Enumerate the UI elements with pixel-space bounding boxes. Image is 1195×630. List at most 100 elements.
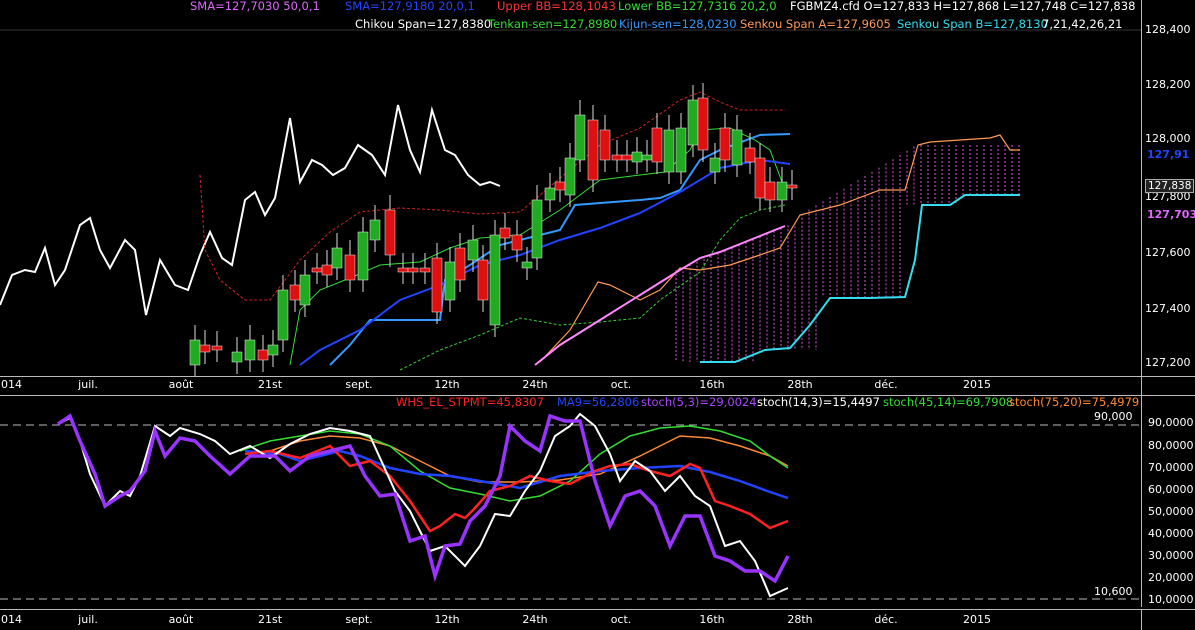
time-axis-bottom: 2014 juil. août 21st sept. 12th 24th oct… bbox=[0, 609, 1195, 630]
price-tick: 127,200 bbox=[1145, 356, 1191, 369]
candle-body bbox=[257, 349, 269, 361]
time-label: 21st bbox=[257, 378, 283, 391]
candle-body bbox=[531, 199, 543, 259]
legend-ohlc: FGBMZ4.cfd O=127,833 H=127,868 L=127,748… bbox=[790, 0, 1136, 13]
time-label: 2015 bbox=[963, 378, 991, 391]
candle-body bbox=[489, 234, 501, 326]
price-tick: 127,600 bbox=[1145, 246, 1191, 259]
legend-stoch-5-3: stoch(5,3)=29,0024 bbox=[641, 395, 757, 409]
candle-body bbox=[511, 234, 523, 251]
price-axis-divider bbox=[1141, 0, 1142, 376]
legend-tenkan: Tenkan-sen=127,8980 bbox=[488, 17, 618, 31]
candle-body bbox=[621, 154, 633, 161]
candle-body bbox=[564, 157, 576, 196]
time-label: 21st bbox=[257, 613, 283, 626]
oscillator-tick: 70,0000 bbox=[1148, 461, 1194, 474]
candle-body bbox=[675, 127, 687, 173]
legend-stoch-45-14: stoch(45,14)=69,7908 bbox=[883, 395, 1014, 409]
time-label: oct. bbox=[610, 378, 632, 391]
candle-body bbox=[357, 231, 369, 281]
time-label: 28th bbox=[787, 378, 813, 391]
legend-span-b: Senkou Span B=127,8130 bbox=[897, 17, 1048, 31]
candle-body bbox=[289, 284, 301, 301]
legend-ma9: MA9=56,2806 bbox=[557, 395, 640, 409]
axis-divider bbox=[0, 609, 1195, 610]
price-tick: 128,000 bbox=[1145, 132, 1191, 145]
candle-body bbox=[444, 261, 456, 301]
oscillator-canvas[interactable] bbox=[0, 396, 1195, 607]
candle-body bbox=[397, 267, 409, 273]
time-label: 12th bbox=[434, 613, 460, 626]
sma20-price-tag: 127,91 bbox=[1147, 148, 1190, 161]
candle-body bbox=[499, 227, 511, 239]
stoch-14-3-line bbox=[57, 412, 789, 598]
time-label: 24th bbox=[522, 378, 548, 391]
candle-body bbox=[277, 289, 289, 341]
candle-body bbox=[521, 261, 533, 269]
time-label: juil. bbox=[78, 378, 98, 391]
candle-body bbox=[631, 151, 643, 163]
oscillator-tick: 10,0000 bbox=[1148, 593, 1194, 606]
legend-kijun: Kijun-sen=128,0230 bbox=[619, 17, 737, 31]
time-label: 24th bbox=[522, 613, 548, 626]
oscillator-axis-divider bbox=[1141, 396, 1142, 607]
oscillator-tick: 30,0000 bbox=[1148, 549, 1194, 562]
sma50-price-tag: 127,703 bbox=[1147, 208, 1195, 221]
candle-body bbox=[719, 127, 731, 161]
candle-body bbox=[211, 345, 223, 351]
candle-body bbox=[663, 129, 675, 173]
candle-body bbox=[764, 181, 776, 201]
time-label: déc. bbox=[874, 613, 898, 626]
candle-body bbox=[611, 154, 623, 161]
legend-upper-bb: Upper BB=128,1043 bbox=[497, 0, 616, 13]
candle-body bbox=[651, 127, 663, 163]
candle-body bbox=[554, 181, 566, 191]
time-label: 16th bbox=[699, 378, 725, 391]
oscillator-tick: 90,0000 bbox=[1148, 416, 1194, 429]
oscillator-tick: 80,0000 bbox=[1148, 439, 1194, 452]
sma50-line bbox=[534, 225, 786, 366]
candle-body bbox=[321, 264, 333, 276]
lower-level-label: 10,600 bbox=[1094, 585, 1133, 598]
price-chart-pane[interactable]: SMA=127,7030 50,0,1 SMA=127,9180 20,0,1 … bbox=[0, 0, 1195, 376]
axis-divider bbox=[1141, 609, 1142, 630]
candle-body bbox=[431, 257, 443, 313]
axis-divider bbox=[0, 376, 1195, 377]
candle-body bbox=[731, 129, 743, 166]
candle-body bbox=[311, 267, 323, 273]
time-label: 12th bbox=[434, 378, 460, 391]
candle-body bbox=[467, 239, 479, 261]
price-chart-canvas[interactable] bbox=[0, 0, 1195, 376]
candle-body bbox=[267, 344, 279, 356]
oscillator-tick: 60,0000 bbox=[1148, 483, 1194, 496]
price-tick: 128,200 bbox=[1145, 78, 1191, 91]
legend-sma20: SMA=127,9180 20,0,1 bbox=[345, 0, 475, 13]
candle-body bbox=[709, 157, 721, 173]
legend-stoch-14-3: stoch(14,3)=15,4497 bbox=[757, 395, 880, 409]
time-label: 2014 bbox=[0, 613, 22, 626]
candle-body bbox=[199, 344, 211, 353]
oscillator-pane[interactable]: WHS_EL_STPMT=45,8307 MA9=56,2806 stoch(5… bbox=[0, 395, 1195, 607]
ma9-line bbox=[244, 449, 789, 500]
candle-body bbox=[419, 267, 431, 273]
price-tick: 128,400 bbox=[1145, 23, 1191, 36]
candle-body bbox=[599, 129, 611, 161]
candle-body bbox=[244, 339, 256, 361]
time-label: oct. bbox=[610, 613, 632, 626]
oscillator-tick: 50,0000 bbox=[1148, 505, 1194, 518]
candle-body bbox=[189, 339, 201, 366]
time-label: 28th bbox=[787, 613, 813, 626]
candle-body bbox=[754, 157, 766, 199]
candle-body bbox=[776, 181, 788, 201]
candle-body bbox=[477, 259, 489, 301]
time-label: 2014 bbox=[0, 378, 22, 391]
upper-level-label: 90,000 bbox=[1094, 410, 1133, 423]
candle-body bbox=[544, 187, 556, 201]
time-label: sept. bbox=[345, 613, 373, 626]
time-axis-top: 2014 juil. août 21st sept. 12th 24th oct… bbox=[0, 376, 1195, 396]
candle-body bbox=[641, 154, 653, 161]
candle-body bbox=[687, 99, 699, 146]
time-label: 2015 bbox=[963, 613, 991, 626]
legend-lower-bb: Lower BB=127,7316 20,2,0 bbox=[618, 0, 777, 13]
candle-body bbox=[384, 209, 396, 256]
